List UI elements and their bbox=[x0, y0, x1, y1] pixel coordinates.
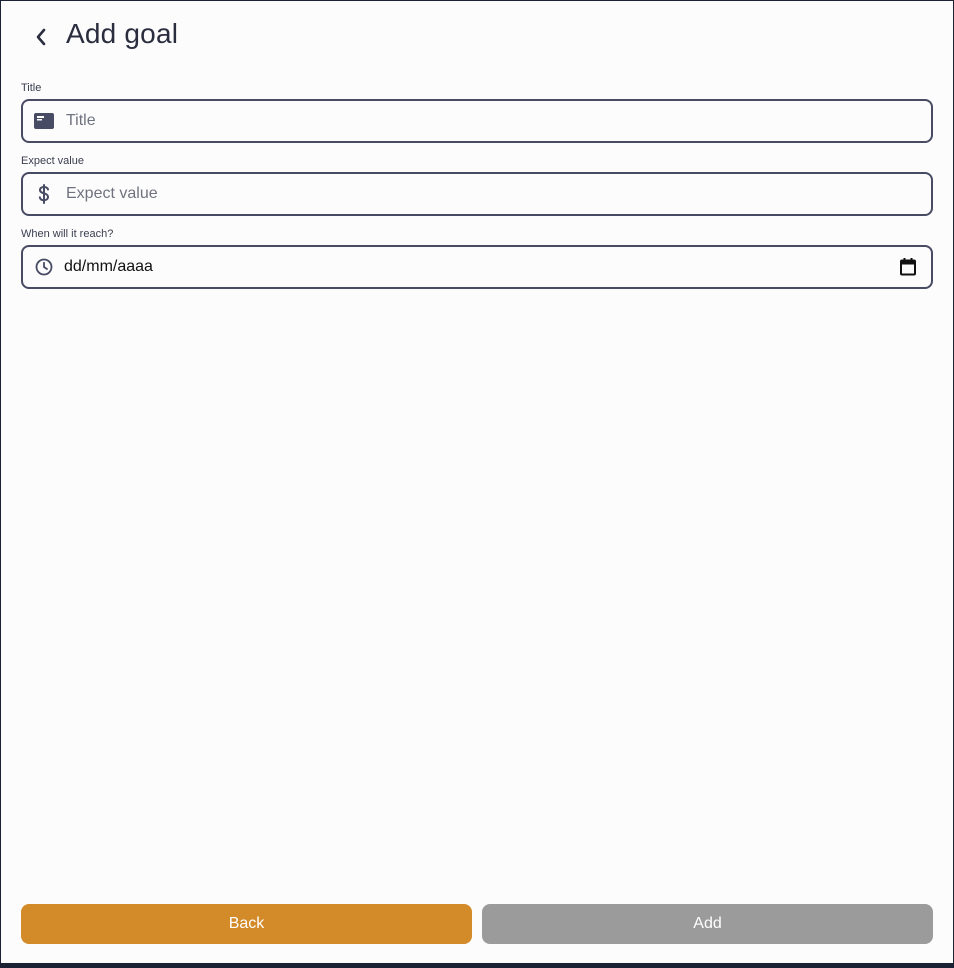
add-goal-screen: Add goal Title Expect value When will it… bbox=[1, 1, 953, 963]
page-title: Add goal bbox=[66, 18, 179, 49]
header: Add goal bbox=[1, 1, 953, 73]
title-input[interactable] bbox=[64, 100, 931, 142]
expect-value-field[interactable] bbox=[21, 172, 933, 216]
expect-value-input[interactable] bbox=[64, 173, 931, 215]
dollar-icon bbox=[33, 183, 55, 205]
title-label: Title bbox=[21, 82, 42, 94]
add-button[interactable]: Add bbox=[482, 904, 933, 944]
calendar-icon[interactable] bbox=[897, 256, 919, 278]
clock-icon bbox=[33, 256, 55, 278]
chevron-left-icon[interactable] bbox=[29, 23, 53, 51]
date-label: When will it reach? bbox=[21, 228, 114, 240]
date-input[interactable]: dd/mm/aaaa bbox=[64, 258, 897, 276]
date-field[interactable]: dd/mm/aaaa bbox=[21, 245, 933, 289]
card-icon bbox=[33, 110, 55, 132]
back-button[interactable]: Back bbox=[21, 904, 472, 944]
title-field[interactable] bbox=[21, 99, 933, 143]
expect-value-label: Expect value bbox=[21, 155, 84, 167]
